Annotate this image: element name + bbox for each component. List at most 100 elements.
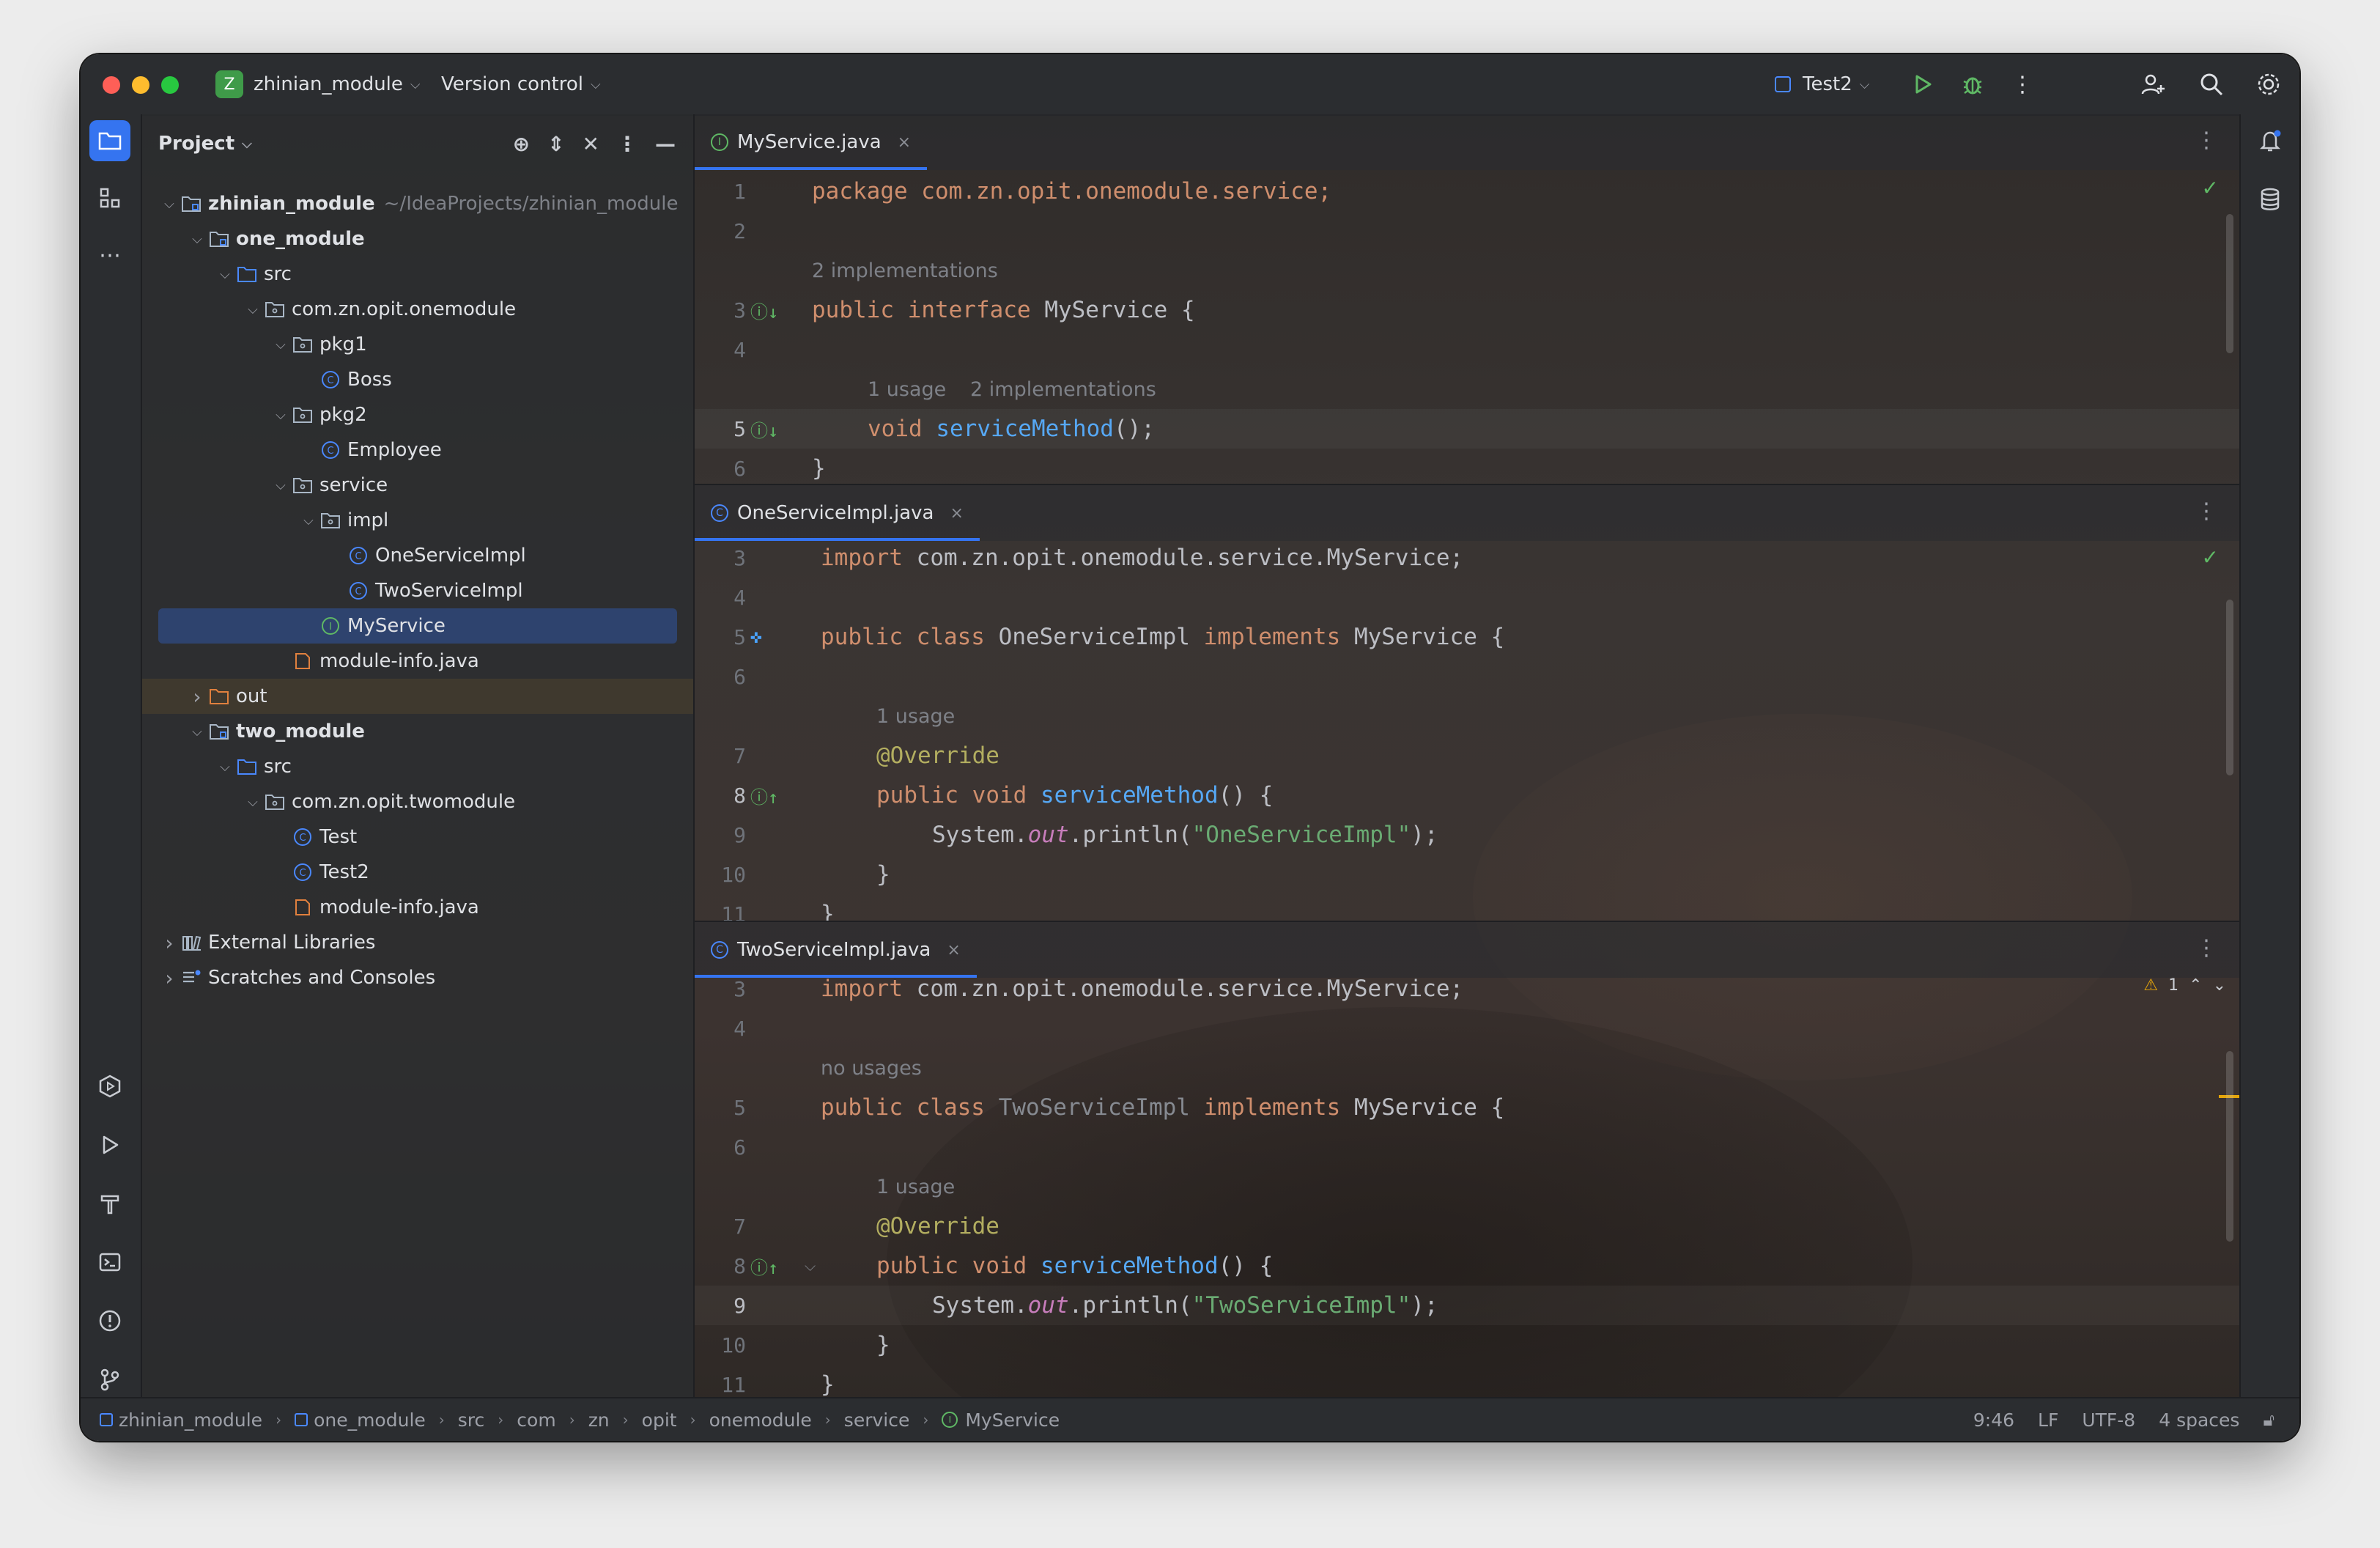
- tree-item[interactable]: ⌵ one_module: [142, 221, 693, 257]
- git-tool-button[interactable]: [89, 1359, 130, 1400]
- tree-item[interactable]: C Boss: [142, 362, 693, 397]
- breadcrumb-item[interactable]: service: [844, 1409, 910, 1431]
- breadcrumb-item[interactable]: opit: [642, 1409, 677, 1431]
- project-tool-button[interactable]: [89, 120, 130, 161]
- chevron-down-icon[interactable]: ⌵: [298, 513, 319, 528]
- inlay-hint-usage[interactable]: 1 usage: [868, 378, 946, 401]
- build-tool-button[interactable]: [89, 1183, 130, 1224]
- tree-item[interactable]: ⌵ src: [142, 749, 693, 784]
- file-encoding[interactable]: UTF-8: [2082, 1409, 2135, 1431]
- vertical-scrollbar[interactable]: [2226, 1051, 2233, 1242]
- debug-button[interactable]: [1952, 64, 1993, 105]
- options-kebab-icon[interactable]: ⋮: [617, 132, 638, 156]
- close-tab-icon[interactable]: ×: [898, 133, 911, 152]
- more-tools-button[interactable]: ⋯: [89, 235, 130, 276]
- expand-all-icon[interactable]: ⇕: [547, 132, 564, 156]
- code-editor[interactable]: 1 package com.zn.opit.onemodule.service;…: [695, 170, 2239, 484]
- add-user-button[interactable]: [2132, 64, 2173, 105]
- tab-actions-kebab-icon[interactable]: ⋮: [2195, 935, 2217, 961]
- tree-item[interactable]: ⌵ src: [142, 257, 693, 292]
- chevron-down-icon[interactable]: ⌵: [242, 302, 264, 317]
- services-tool-button[interactable]: [89, 1066, 130, 1107]
- tab-oneserviceimpl[interactable]: C OneServiceImpl.java ×: [695, 485, 980, 541]
- chevron-right-icon[interactable]: ›: [158, 931, 180, 955]
- code-editor[interactable]: 3 import com.zn.opit.onemodule.service.M…: [695, 976, 2239, 1398]
- chevron-down-icon[interactable]: ⌵: [270, 478, 292, 493]
- vcs-widget[interactable]: Version control ⌵: [441, 54, 601, 114]
- close-tab-icon[interactable]: ×: [947, 941, 960, 959]
- more-actions-button[interactable]: ⋮: [2002, 64, 2043, 105]
- implements-method-gutter-icon[interactable]: ⓘ↑: [750, 1253, 780, 1279]
- chevron-down-icon[interactable]: ⌵: [242, 136, 252, 152]
- tree-item[interactable]: module-info.java: [142, 890, 693, 925]
- code-editor[interactable]: 3 import com.zn.opit.onemodule.service.M…: [695, 541, 2239, 921]
- chevron-down-icon[interactable]: ⌵: [270, 408, 292, 423]
- search-everywhere-button[interactable]: [2191, 64, 2232, 105]
- tree-item[interactable]: C OneServiceImpl: [142, 538, 693, 573]
- chevron-down-icon[interactable]: ⌵: [214, 267, 236, 282]
- tree-item[interactable]: ⌵ two_module: [142, 714, 693, 749]
- breakpoint-debug-icon[interactable]: ✜: [750, 626, 780, 648]
- tree-item[interactable]: I MyService: [158, 608, 677, 644]
- maximize-window-button[interactable]: [161, 76, 179, 94]
- tree-item[interactable]: › External Libraries: [142, 925, 693, 960]
- unlock-icon[interactable]: 🔓︎: [2263, 1409, 2274, 1430]
- chevron-down-icon[interactable]: ⌵: [186, 232, 208, 247]
- settings-button[interactable]: [2248, 64, 2289, 105]
- vertical-scrollbar[interactable]: [2226, 600, 2233, 775]
- notifications-button[interactable]: [2250, 120, 2291, 161]
- breadcrumb-item[interactable]: one_module: [295, 1409, 426, 1431]
- caret-position[interactable]: 9:46: [1973, 1409, 2014, 1431]
- breadcrumb-item[interactable]: zn: [588, 1409, 610, 1431]
- inlay-hint-usage[interactable]: 1 usage: [876, 1176, 955, 1198]
- tree-item[interactable]: C Test2: [142, 855, 693, 890]
- line-separator[interactable]: LF: [2038, 1409, 2058, 1431]
- tree-item[interactable]: ⌵ com.zn.opit.twomodule: [142, 784, 693, 819]
- chevron-down-icon[interactable]: ⌵: [270, 337, 292, 353]
- tree-item[interactable]: C TwoServiceImpl: [142, 573, 693, 608]
- chevron-down-icon[interactable]: ⌵: [242, 795, 264, 810]
- tab-myservice[interactable]: I MyService.java ×: [695, 114, 928, 170]
- no-problems-check-icon[interactable]: ✓: [2202, 176, 2219, 200]
- close-tab-icon[interactable]: ×: [950, 504, 964, 523]
- breadcrumb-item[interactable]: I MyService: [942, 1409, 1060, 1431]
- implements-method-gutter-icon[interactable]: ⓘ↑: [750, 783, 780, 808]
- chevron-right-icon[interactable]: ›: [186, 685, 208, 709]
- inlay-hint-no-usages[interactable]: no usages: [821, 1057, 922, 1080]
- inspection-widget[interactable]: ⚠ 1 ⌃ ⌄: [2143, 976, 2226, 995]
- tree-item[interactable]: C Test: [142, 819, 693, 855]
- tree-item[interactable]: ⌵ com.zn.opit.onemodule: [142, 292, 693, 327]
- chevron-down-icon[interactable]: ⌵: [186, 724, 208, 740]
- breadcrumb-item[interactable]: onemodule: [709, 1409, 812, 1431]
- tree-item[interactable]: module-info.java: [142, 644, 693, 679]
- structure-tool-button[interactable]: [89, 177, 130, 218]
- minimize-window-button[interactable]: [132, 76, 149, 94]
- terminal-tool-button[interactable]: [89, 1242, 130, 1283]
- database-tool-button[interactable]: [2250, 179, 2291, 220]
- tree-item[interactable]: ⌵ pkg1: [142, 327, 693, 362]
- breadcrumb-item[interactable]: zhinian_module: [100, 1409, 262, 1431]
- chevron-right-icon[interactable]: ›: [158, 966, 180, 990]
- inlay-hint-implementations[interactable]: 2 implementations: [812, 259, 998, 282]
- tree-item[interactable]: ⌵ service: [142, 468, 693, 503]
- next-highlight-icon[interactable]: ⌄: [2213, 976, 2226, 995]
- implemented-gutter-icon[interactable]: ⓘ↓: [750, 298, 780, 323]
- tree-item[interactable]: ⌵ zhinian_module ~/IdeaProjects/zhinian_mo…: [142, 186, 693, 221]
- fold-chevron-icon[interactable]: ⌵: [805, 1257, 816, 1275]
- previous-highlight-icon[interactable]: ⌃: [2189, 976, 2202, 995]
- no-problems-check-icon[interactable]: ✓: [2202, 545, 2219, 570]
- inlay-hint-usage[interactable]: 1 usage: [876, 705, 955, 728]
- chevron-down-icon[interactable]: ⌵: [158, 196, 180, 212]
- run-tool-button[interactable]: [89, 1124, 130, 1165]
- project-switcher[interactable]: Z zhinian_module ⌵: [215, 54, 421, 114]
- vertical-scrollbar[interactable]: [2226, 214, 2233, 353]
- project-view-title[interactable]: Project: [158, 133, 234, 155]
- tab-actions-kebab-icon[interactable]: ⋮: [2195, 498, 2217, 524]
- indent-setting[interactable]: 4 spaces: [2159, 1409, 2239, 1431]
- implemented-gutter-icon[interactable]: ⓘ↓: [750, 416, 780, 442]
- close-window-button[interactable]: [103, 76, 120, 94]
- run-config-selector[interactable]: Test2 ⌵: [1775, 54, 1869, 114]
- inlay-hint-implementations[interactable]: 2 implementations: [970, 378, 1156, 401]
- breadcrumb-item[interactable]: com: [517, 1409, 555, 1431]
- locate-file-icon[interactable]: ⊕: [513, 132, 530, 156]
